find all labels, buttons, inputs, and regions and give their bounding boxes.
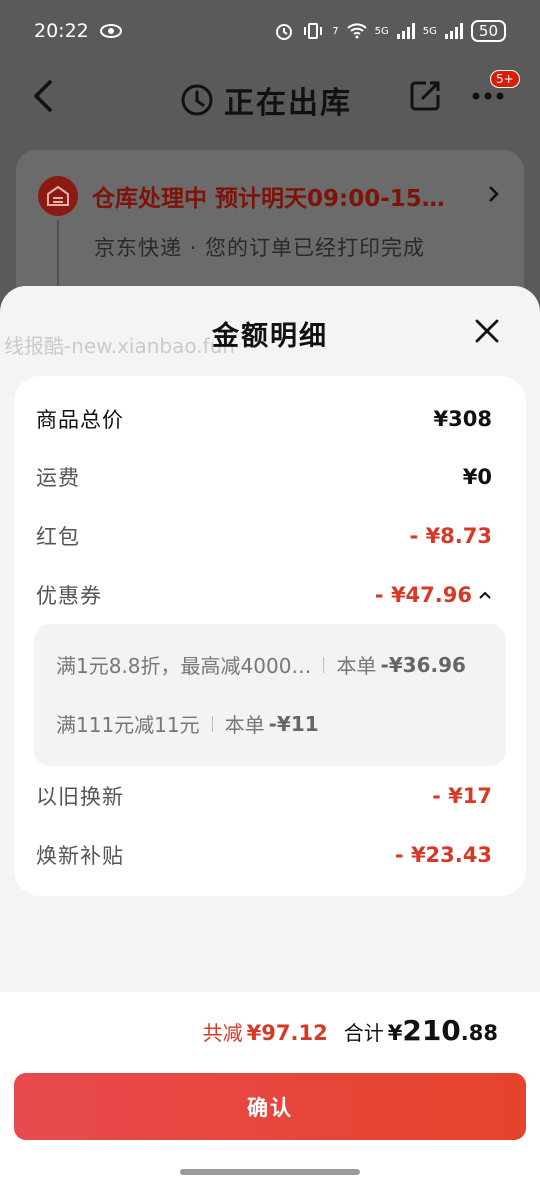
clock-icon xyxy=(181,84,213,116)
vibrate-icon xyxy=(304,23,323,39)
status-bar: 20:22 7 5G 5G 50 xyxy=(0,0,540,62)
page-title: 正在出库 xyxy=(224,86,352,121)
confirm-area: 确认 xyxy=(0,1066,540,1156)
row-amount: - ¥23.43 xyxy=(394,843,492,867)
row-amount: ¥0 xyxy=(462,465,492,489)
warehouse-eta: 预计明天09:00-15… xyxy=(215,186,445,212)
close-icon[interactable] xyxy=(472,316,502,346)
warehouse-status-label: 仓库处理中 xyxy=(92,186,207,212)
total-currency: ¥ xyxy=(387,1021,403,1045)
total-decimal: .88 xyxy=(460,1021,498,1045)
coupon-item: 满111元减11元 本单 -¥11 xyxy=(56,709,319,738)
coupon-discount: -¥36.96 xyxy=(380,652,466,677)
eye-icon xyxy=(99,24,122,38)
totals-bar: 共减 ¥97.12 合计 ¥ 210 .88 xyxy=(0,992,540,1066)
row-goods-total: 商品总价 ¥308 xyxy=(36,402,492,436)
row-label: 焕新补贴 xyxy=(36,844,124,868)
signal-icon-2 xyxy=(444,23,463,39)
coupon-discount: -¥11 xyxy=(268,711,319,736)
chevron-right-icon[interactable] xyxy=(488,184,500,209)
alarm-icon xyxy=(276,24,293,40)
saved-label: 共减 xyxy=(202,1021,243,1045)
coupon-scope: 本单 xyxy=(224,713,265,737)
row-red-packet: 红包 - ¥8.73 xyxy=(36,519,492,553)
chevron-up-icon[interactable] xyxy=(478,590,492,600)
row-label: 运费 xyxy=(36,466,80,490)
divider xyxy=(323,656,325,673)
network-label-1: 5G xyxy=(374,25,389,37)
divider xyxy=(211,715,213,732)
row-label: 优惠券 xyxy=(36,584,102,608)
row-label: 商品总价 xyxy=(36,408,124,432)
back-icon[interactable] xyxy=(28,76,58,116)
row-amount: - ¥8.73 xyxy=(409,524,492,548)
coupon-scope: 本单 xyxy=(336,654,377,678)
timeline-line xyxy=(57,220,59,290)
saved-value: ¥97.12 xyxy=(246,1021,328,1045)
top-nav: 正在出库 5+ xyxy=(0,62,540,132)
coupon-name: 满111元减11元 xyxy=(56,713,200,737)
total-label: 合计 xyxy=(343,1021,384,1045)
wifi-icon xyxy=(346,23,367,39)
coupon-name: 满1元8.8折，最高减4000… xyxy=(56,654,312,678)
row-coupon[interactable]: 优惠券 - ¥47.96 xyxy=(36,578,492,612)
warehouse-icon xyxy=(38,176,78,216)
row-amount: - ¥17 xyxy=(432,784,492,808)
row-label: 红包 xyxy=(36,525,80,549)
row-amount: ¥308 xyxy=(433,407,492,431)
row-renewal-subsidy: 焕新补贴 - ¥23.43 xyxy=(36,838,492,872)
home-area xyxy=(0,1156,540,1191)
signal-icon xyxy=(396,23,415,39)
confirm-button[interactable]: 确认 xyxy=(14,1073,526,1140)
sheet-title: 金额明细 xyxy=(212,321,328,352)
share-icon[interactable] xyxy=(408,79,442,113)
warehouse-status: 仓库处理中 预计明天09:00-15… xyxy=(92,179,445,213)
total-integer: 210 xyxy=(402,1014,461,1047)
battery-indicator: 50 xyxy=(470,20,506,42)
home-indicator[interactable] xyxy=(180,1169,360,1175)
wifi-level: 7 xyxy=(332,25,339,37)
warehouse-subtitle: 京东快递 · 您的订单已经打印完成 xyxy=(94,236,426,260)
row-shipping: 运费 ¥0 xyxy=(36,460,492,494)
notification-badge: 5+ xyxy=(490,70,520,88)
network-label-2: 5G xyxy=(422,25,437,37)
row-trade-in: 以旧换新 - ¥17 xyxy=(36,779,492,813)
row-amount: - ¥47.96 xyxy=(374,583,472,607)
amount-detail-card: 商品总价 ¥308 运费 ¥0 红包 - ¥8.73 优惠券 - ¥47.96 … xyxy=(14,376,526,896)
row-label: 以旧换新 xyxy=(36,785,124,809)
coupon-item: 满1元8.8折，最高减4000… 本单 -¥36.96 xyxy=(56,650,466,679)
status-time: 20:22 xyxy=(34,20,89,42)
coupon-detail-box: 满1元8.8折，最高减4000… 本单 -¥36.96 满111元减11元 本单… xyxy=(34,624,506,766)
